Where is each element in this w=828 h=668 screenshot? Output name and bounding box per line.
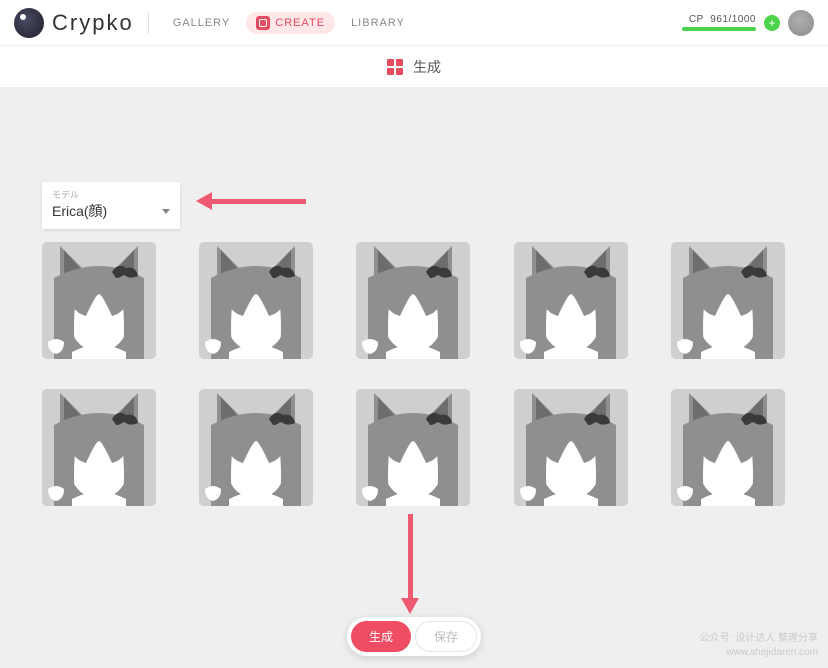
grid-icon bbox=[387, 59, 403, 75]
result-card[interactable] bbox=[42, 389, 156, 506]
brand[interactable]: Crypko bbox=[14, 8, 134, 38]
annotation-arrow-to-model bbox=[196, 196, 306, 206]
nav-create-label: CREATE bbox=[275, 17, 325, 29]
page-title: 生成 bbox=[413, 57, 441, 77]
result-card[interactable] bbox=[356, 389, 470, 506]
create-icon bbox=[256, 16, 270, 30]
cp-text: CP 961/1000 bbox=[689, 14, 756, 25]
watermark: 公众号: 设计达人 整理分享 www.shejidaren.com bbox=[700, 632, 818, 660]
result-card[interactable] bbox=[199, 242, 313, 359]
add-cp-button[interactable]: + bbox=[764, 15, 780, 31]
result-card[interactable] bbox=[514, 242, 628, 359]
divider bbox=[148, 12, 149, 34]
result-card[interactable] bbox=[356, 242, 470, 359]
result-card[interactable] bbox=[671, 242, 785, 359]
model-select-label: モデル bbox=[52, 188, 170, 201]
main-area: モデル Erica(顔) bbox=[0, 88, 828, 668]
app-header: Crypko GALLERY CREATE LIBRARY CP 961/100… bbox=[0, 0, 828, 46]
page-subheader: 生成 bbox=[0, 46, 828, 88]
cp-progress-bar bbox=[682, 27, 756, 31]
nav-library[interactable]: LIBRARY bbox=[341, 13, 415, 33]
brand-text: Crypko bbox=[52, 10, 134, 36]
model-select-value: Erica(顔) bbox=[52, 201, 107, 221]
nav-create[interactable]: CREATE bbox=[246, 12, 335, 34]
nav-gallery[interactable]: GALLERY bbox=[163, 13, 241, 33]
result-card[interactable] bbox=[199, 389, 313, 506]
main-nav: GALLERY CREATE LIBRARY bbox=[163, 12, 415, 34]
cp-meter: CP 961/1000 bbox=[682, 14, 756, 31]
result-card[interactable] bbox=[42, 242, 156, 359]
header-right: CP 961/1000 + bbox=[682, 10, 814, 36]
annotation-arrow-to-generate bbox=[405, 514, 415, 614]
result-card[interactable] bbox=[514, 389, 628, 506]
generate-button[interactable]: 生成 bbox=[351, 621, 411, 652]
user-avatar[interactable] bbox=[788, 10, 814, 36]
result-card[interactable] bbox=[671, 389, 785, 506]
action-button-group: 生成 保存 bbox=[347, 617, 481, 656]
model-select[interactable]: モデル Erica(顔) bbox=[42, 182, 180, 229]
brand-avatar-icon bbox=[14, 8, 44, 38]
result-grid bbox=[42, 242, 786, 506]
chevron-down-icon bbox=[162, 209, 170, 214]
save-button[interactable]: 保存 bbox=[415, 621, 477, 652]
